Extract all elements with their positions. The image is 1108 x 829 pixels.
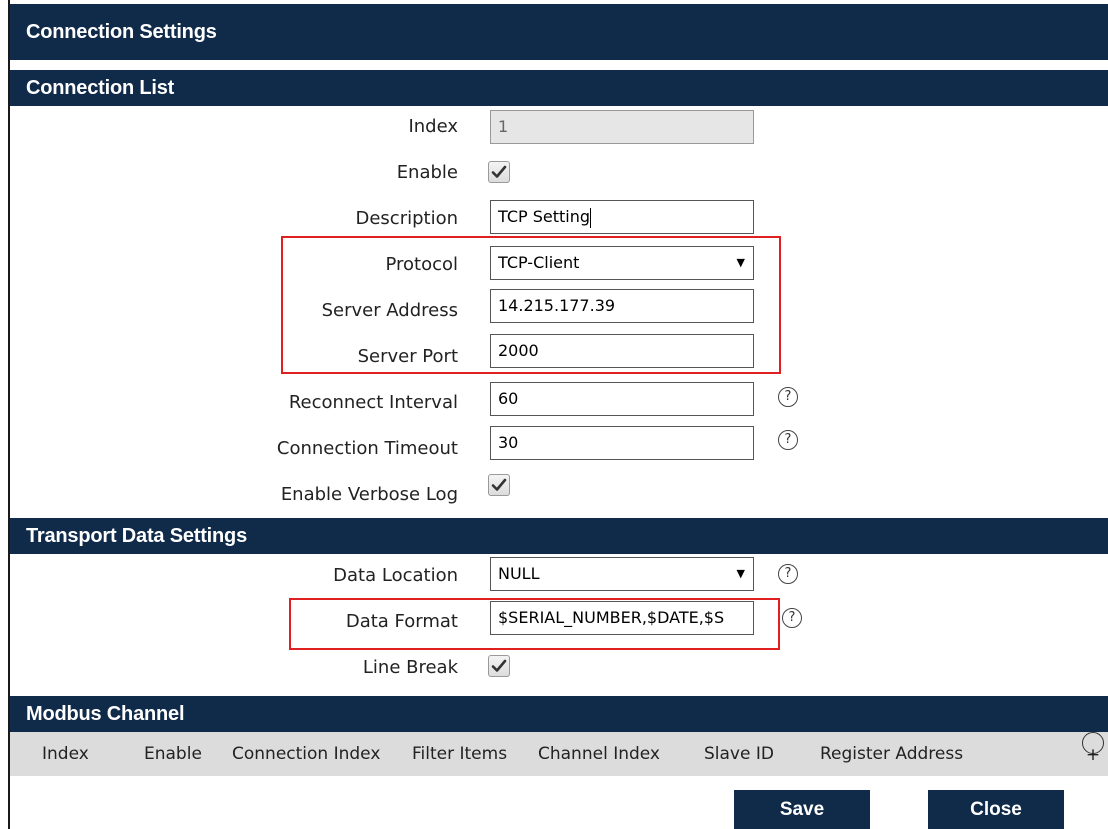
column-header-index: Index <box>42 744 89 764</box>
column-header-connection-index: Connection Index <box>232 744 381 764</box>
column-header-register-address: Register Address <box>820 744 964 764</box>
server-address-row: Server Address 14.215.177.39 <box>10 288 1108 334</box>
column-header-enable: Enable <box>144 744 202 764</box>
description-value: TCP Setting <box>498 207 591 226</box>
section-modbus-channel: Modbus Channel <box>10 696 1108 732</box>
column-header-slave-id: Slave ID <box>704 744 774 764</box>
protocol-select[interactable]: TCP-Client ▼ <box>490 246 754 280</box>
verbose-log-label: Enable Verbose Log <box>280 484 458 505</box>
help-circle-icon[interactable]: ? <box>782 608 802 628</box>
data-location-label: Data Location <box>333 565 458 586</box>
add-circle-icon[interactable]: + <box>1082 732 1104 765</box>
dialog-title: Connection Settings <box>10 4 1108 60</box>
enable-label: Enable <box>396 162 458 183</box>
description-row: Description TCP Setting <box>10 196 1108 242</box>
description-input[interactable]: TCP Setting <box>490 200 754 234</box>
protocol-value: TCP-Client <box>498 253 580 272</box>
verbose-log-row: Enable Verbose Log <box>10 472 1108 518</box>
index-label: Index <box>408 116 458 137</box>
enable-row: Enable <box>10 150 1108 196</box>
connection-timeout-label: Connection Timeout <box>276 438 458 459</box>
help-circle-icon[interactable]: ? <box>778 387 798 407</box>
server-port-input[interactable]: 2000 <box>490 334 754 368</box>
section-transport-data: Transport Data Settings <box>10 518 1108 554</box>
connection-timeout-row: Connection Timeout 30 ? <box>10 426 1108 472</box>
server-port-row: Server Port 2000 <box>10 334 1108 380</box>
close-button[interactable]: Close <box>928 790 1064 829</box>
reconnect-interval-label: Reconnect Interval <box>288 392 458 413</box>
caret-down-icon: ▼ <box>736 567 745 580</box>
caret-down-icon: ▼ <box>736 256 745 269</box>
column-header-filter-items: Filter Items <box>412 744 508 764</box>
protocol-row: Protocol TCP-Client ▼ <box>10 242 1108 288</box>
index-row: Index 1 <box>10 104 1108 150</box>
data-location-select[interactable]: NULL ▼ <box>490 557 754 591</box>
connection-timeout-input[interactable]: 30 <box>490 426 754 460</box>
data-location-value: NULL <box>498 564 540 583</box>
checkmark-icon <box>491 165 507 178</box>
server-port-label: Server Port <box>357 346 458 367</box>
column-header-channel-index: Channel Index <box>538 744 660 764</box>
text-cursor <box>590 207 592 228</box>
section-connection-list: Connection List <box>10 70 1108 106</box>
data-format-input[interactable]: $SERIAL_NUMBER,$DATE,$S <box>490 601 754 635</box>
line-break-label: Line Break <box>362 657 458 678</box>
line-break-checkbox[interactable] <box>488 655 510 677</box>
help-circle-icon[interactable]: ? <box>778 564 798 584</box>
checkmark-icon <box>491 478 507 491</box>
server-address-label: Server Address <box>321 300 458 321</box>
data-location-row: Data Location NULL ▼ ? <box>10 553 1108 599</box>
index-field: 1 <box>490 110 754 144</box>
description-label: Description <box>355 208 458 229</box>
help-circle-icon[interactable]: ? <box>778 430 798 450</box>
server-address-input[interactable]: 14.215.177.39 <box>490 289 754 323</box>
reconnect-interval-input[interactable]: 60 <box>490 382 754 416</box>
save-button[interactable]: Save <box>734 790 870 829</box>
data-format-row: Data Format $SERIAL_NUMBER,$DATE,$S ? <box>10 599 1108 645</box>
checkmark-icon <box>491 659 507 672</box>
reconnect-interval-row: Reconnect Interval 60 ? <box>10 380 1108 426</box>
data-format-label: Data Format <box>345 611 458 632</box>
line-break-row: Line Break <box>10 645 1108 691</box>
verbose-log-checkbox[interactable] <box>488 474 510 496</box>
protocol-label: Protocol <box>385 254 458 275</box>
modbus-table-header: Index Enable Connection Index Filter Ite… <box>10 732 1108 776</box>
connection-settings-dialog: Connection Settings Connection List Inde… <box>8 0 1108 829</box>
enable-checkbox[interactable] <box>488 161 510 183</box>
